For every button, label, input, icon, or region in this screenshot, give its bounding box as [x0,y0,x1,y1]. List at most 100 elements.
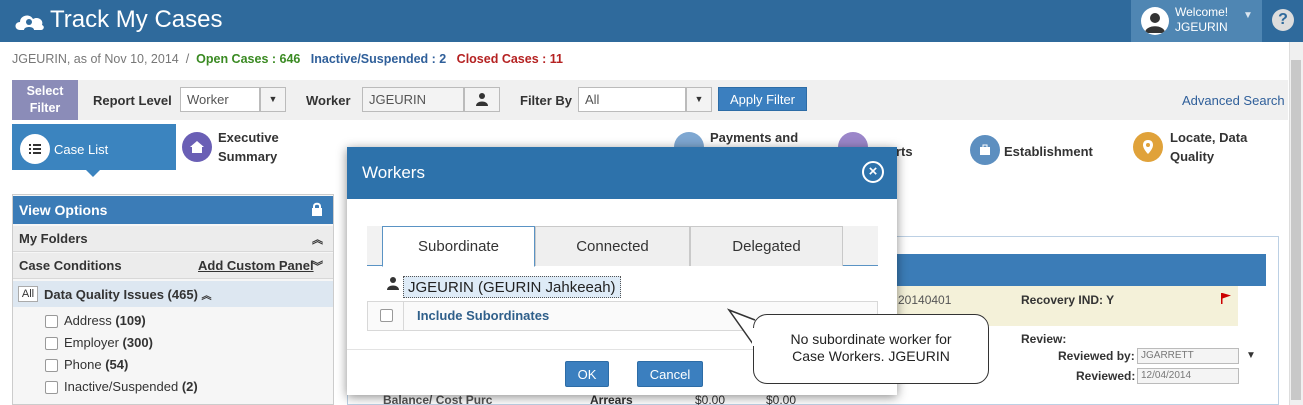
view-options-title: View Options [19,202,108,218]
cloud-user-logo-icon [12,8,46,34]
tab-exec-line1: Executive [218,130,279,145]
chevron-down-icon[interactable]: ▼ [686,87,712,112]
inactive-suspended-label: Inactive/Suspended [64,379,179,394]
my-folders-section[interactable]: My Folders ︽ [13,226,333,252]
tab-exec-line2: Summary [218,149,278,164]
home-icon [182,132,212,162]
location-pin-icon [1133,132,1163,162]
inactive-suspended-count: (2) [181,379,198,394]
double-chevron-down-icon[interactable]: ︾ [312,258,323,274]
reviewed-by-label: Reviewed by: [1058,349,1135,363]
case-conditions-section: Case Conditions Add Custom Panel ︾ [13,253,333,279]
tab-locate-line1: Locate, Data [1170,130,1248,145]
username: JGEURIN [1175,20,1228,34]
tab-reports[interactable]: rts [896,142,913,161]
tab-establishment[interactable]: Establishment [1004,142,1093,161]
case-number-fragment: 20140401 [898,293,952,307]
employer-count: (300) [122,335,153,350]
double-chevron-up-icon[interactable]: ︽ [202,291,212,302]
list-icon [20,134,50,164]
phone-checkbox[interactable] [45,359,58,372]
callout-line1: No subordinate worker for [790,331,952,347]
tab-executive-summary[interactable]: Executive Summary [218,128,279,166]
data-quality-issues-label: Data Quality Issues (465) ︽ [44,287,212,302]
chevron-down-icon[interactable]: ▼ [1243,10,1253,21]
inactive-cases-count[interactable]: Inactive/Suspended : 2 [311,52,446,66]
tab-case-list-label: Case List [54,142,109,157]
closed-cases-count[interactable]: Closed Cases : 11 [457,52,563,66]
address-label: Address [64,313,112,328]
tab-payments[interactable]: Payments and [710,128,798,147]
advanced-search-link[interactable]: Advanced Search [1182,93,1285,108]
phone-item: Phone (54) [64,357,128,372]
cancel-button[interactable]: Cancel [637,361,703,387]
recovery-ind: Recovery IND: Y [1021,293,1115,307]
app-title: Track My Cases [50,6,223,33]
tab-subordinate[interactable]: Subordinate [382,226,535,267]
employer-item: Employer (300) [64,335,153,350]
status-prefix: JGEURIN, as of Nov 10, 2014 [12,52,179,66]
worker-input[interactable]: JGEURIN [362,87,464,112]
flag-icon [1220,292,1232,307]
reviewed-date-input[interactable]: 12/04/2014 [1137,368,1239,384]
inactive-suspended-item: Inactive/Suspended (2) [64,379,198,394]
tab-connected[interactable]: Connected [535,226,690,266]
filter-by-select[interactable]: All [578,87,686,112]
worker-name[interactable]: JGEURIN (GEURIN Jahkeeah) [403,276,621,298]
employer-checkbox[interactable] [45,337,58,350]
tab-locate-data-quality[interactable]: Locate, Data Quality [1170,128,1247,166]
phone-count: (54) [105,357,129,372]
scrollbar-thumb[interactable] [1291,60,1301,400]
user-icon [386,276,400,293]
reviewed-by-input[interactable]: JGARRETT [1137,348,1239,364]
status-separator: / [185,52,190,66]
welcome-label: Welcome! [1175,5,1229,19]
close-icon[interactable]: × [862,161,884,183]
all-badge[interactable]: All [18,286,38,302]
case-detail-header [862,254,1266,286]
ok-button[interactable]: OK [565,361,609,387]
user-picker-icon[interactable] [464,87,500,112]
tab-locate-line2: Quality [1170,149,1215,164]
dialog-title: Workers [362,163,425,182]
tab-delegated[interactable]: Delegated [690,226,843,266]
filter-by-label: Filter By [520,93,573,108]
annotation-callout: No subordinate worker for Case Workers. … [753,314,989,384]
address-item: Address (109) [64,313,146,328]
callout-tail-joint [752,328,762,346]
reviewed-label: Reviewed: [1076,369,1136,383]
case-conditions-label: Case Conditions [19,258,122,273]
active-tab-pointer [86,170,100,177]
include-subordinates-label[interactable]: Include Subordinates [417,308,549,323]
address-checkbox[interactable] [45,315,58,328]
select-filter-button[interactable]: Select Filter [12,80,78,120]
welcome-text: Welcome! JGEURIN [1175,5,1228,35]
callout-line2: Case Workers. JGEURIN [792,348,950,364]
user-avatar-icon [1141,7,1169,35]
chevron-down-icon[interactable]: ▼ [260,87,286,112]
open-cases-count[interactable]: Open Cases : 646 [196,52,300,66]
view-options-header: View Options [13,196,333,224]
dq-issues-text: Data Quality Issues (465) [44,287,198,302]
include-subordinates-checkbox[interactable] [380,309,393,322]
worker-label: Worker [306,93,351,108]
case-status-line: JGEURIN, as of Nov 10, 2014 / Open Cases… [12,52,563,66]
chevron-down-icon[interactable]: ▼ [1246,350,1256,361]
review-label: Review: [1021,332,1067,346]
double-chevron-up-icon[interactable]: ︽ [312,231,323,247]
phone-label: Phone [64,357,102,372]
inactive-suspended-checkbox[interactable] [45,381,58,394]
briefcase-icon [970,135,1000,165]
help-icon[interactable]: ? [1272,9,1294,31]
address-count: (109) [115,313,146,328]
add-custom-panel-link[interactable]: Add Custom Panel [198,258,314,273]
select-filter-label-1: Select [26,84,64,98]
report-level-label: Report Level [93,93,172,108]
apply-filter-button[interactable]: Apply Filter [718,87,807,111]
lock-icon[interactable] [311,202,323,219]
employer-label: Employer [64,335,119,350]
dialog-header [347,147,897,199]
report-level-select[interactable]: Worker [180,87,260,112]
my-folders-label: My Folders [19,231,88,246]
select-filter-label-2: Filter [29,101,61,115]
